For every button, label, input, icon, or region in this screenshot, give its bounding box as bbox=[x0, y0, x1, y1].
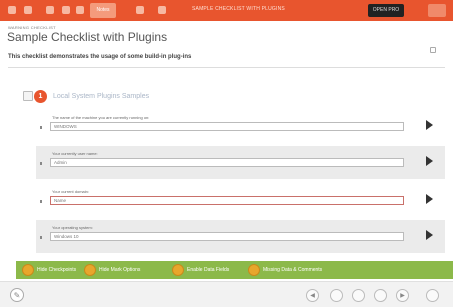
toggle-icon bbox=[248, 264, 260, 276]
refresh-icon[interactable] bbox=[76, 6, 84, 14]
data-field[interactable]: WINDOWS bbox=[50, 122, 404, 131]
checklist-description: This checklist demonstrates the usage of… bbox=[8, 54, 192, 60]
row-label: Your current domain: bbox=[52, 189, 89, 194]
toggle-icon bbox=[22, 264, 34, 276]
checklist-row: Your operating system: Windows 10 bbox=[36, 220, 445, 253]
forward-icon[interactable] bbox=[46, 6, 54, 14]
row-label: Your operating system: bbox=[52, 225, 93, 230]
section-title[interactable]: Local System Plugins Samples bbox=[53, 93, 149, 100]
row-label: Your currently user name: bbox=[52, 151, 98, 156]
edit-icon[interactable]: ✎ bbox=[10, 288, 24, 302]
app-top-bar: Notes SAMPLE CHECKLIST WITH PLUGINS OPEN… bbox=[0, 0, 453, 21]
toggle-icon bbox=[84, 264, 96, 276]
checklist-row: Your currently user name: Admin bbox=[36, 146, 445, 179]
play-icon[interactable] bbox=[426, 156, 433, 166]
menu-icon[interactable] bbox=[426, 289, 439, 302]
play-control-icon[interactable]: ▶ bbox=[396, 289, 409, 302]
notes-tab[interactable]: Notes bbox=[90, 3, 116, 18]
play-icon[interactable] bbox=[426, 120, 433, 130]
play-icon[interactable] bbox=[426, 230, 433, 240]
data-field[interactable]: Name bbox=[50, 196, 404, 205]
header-actions bbox=[425, 40, 436, 58]
row-marker-icon bbox=[40, 236, 42, 239]
back-control-icon[interactable]: ◀ bbox=[306, 289, 319, 302]
checklist-row: The name of the machine you are currentl… bbox=[36, 110, 445, 142]
data-field[interactable]: Admin bbox=[50, 158, 404, 167]
edit-icon[interactable] bbox=[430, 47, 436, 53]
share-icon[interactable] bbox=[136, 6, 144, 14]
row-label: The name of the machine you are currentl… bbox=[52, 115, 150, 120]
pause-icon[interactable] bbox=[330, 289, 343, 302]
action-bar: Hide Checkpoints Hide Mark Options Enabl… bbox=[16, 261, 453, 279]
stop-icon[interactable] bbox=[352, 289, 365, 302]
toggle-icon bbox=[172, 264, 184, 276]
row-marker-icon bbox=[40, 200, 42, 203]
page-title: Sample Checklist with Plugins bbox=[7, 30, 168, 44]
window-title: SAMPLE CHECKLIST WITH PLUGINS bbox=[192, 6, 285, 12]
rewind-icon[interactable] bbox=[374, 289, 387, 302]
window-controls[interactable] bbox=[428, 4, 446, 17]
row-marker-icon bbox=[40, 162, 42, 165]
open-pro-button[interactable]: OPEN PRO bbox=[368, 4, 404, 17]
settings-icon[interactable] bbox=[158, 6, 166, 14]
bottom-toolbar: ✎ ◀ ▶ bbox=[0, 281, 453, 307]
back-icon[interactable] bbox=[24, 6, 32, 14]
home-icon[interactable] bbox=[62, 6, 70, 14]
section-collapse-toggle[interactable] bbox=[23, 91, 33, 101]
section-number-badge: 1 bbox=[34, 90, 47, 103]
checklist-row: Your current domain: Name bbox=[36, 184, 445, 216]
header-divider bbox=[8, 67, 445, 68]
play-icon[interactable] bbox=[426, 194, 433, 204]
row-marker-icon bbox=[40, 126, 42, 129]
data-field[interactable]: Windows 10 bbox=[50, 232, 404, 241]
menu-icon[interactable] bbox=[8, 6, 16, 14]
